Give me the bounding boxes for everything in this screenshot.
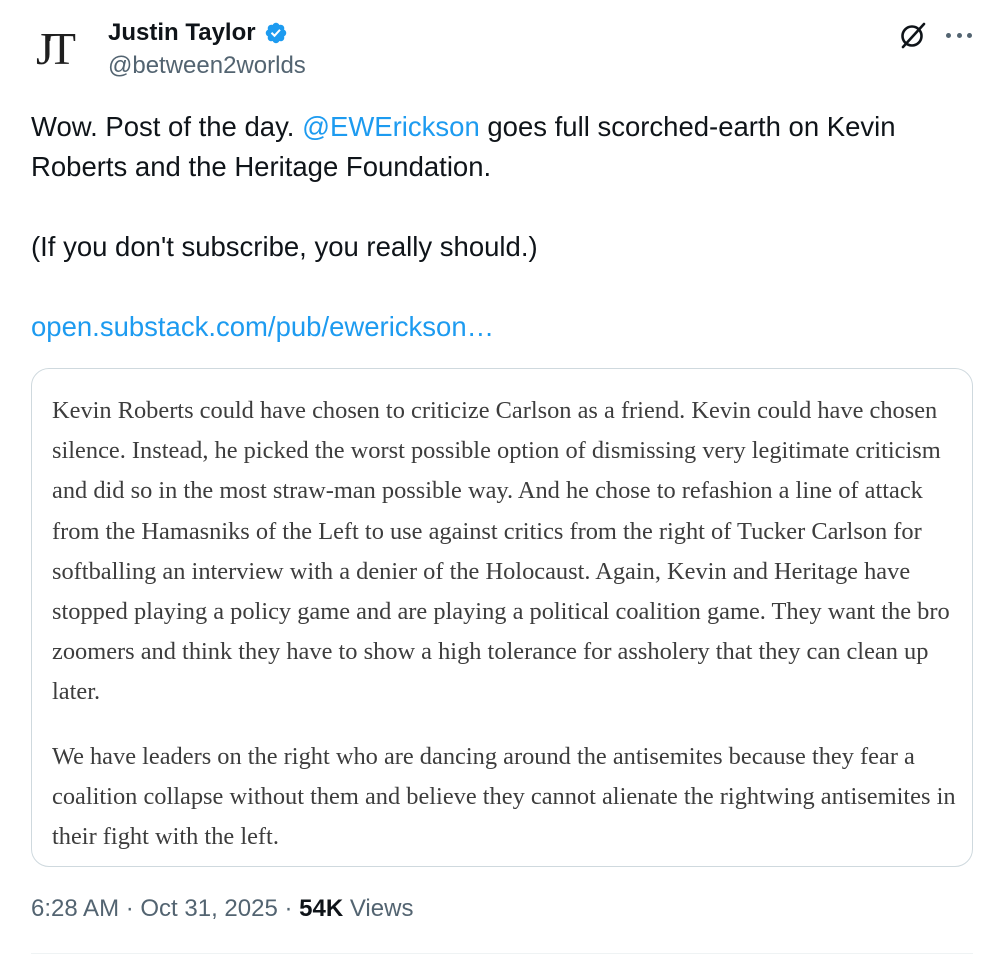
verified-badge-icon — [265, 22, 286, 44]
tweet-note-text: (If you don't subscribe, you really shou… — [31, 231, 538, 262]
quote-paragraph-2: We have leaders on the right who are dan… — [52, 742, 956, 851]
meta-separator-2: · — [277, 895, 300, 922]
post-date[interactable]: Oct 31, 2025 — [140, 895, 277, 922]
avatar[interactable]: JT — [36, 26, 88, 72]
tweet-container: JT Justin Taylor @between2worlds Wow. Po… — [0, 0, 1000, 958]
tweet-text: Wow. Post of the day. @EWErickson goes f… — [31, 107, 971, 347]
meta-separator: · — [119, 895, 141, 922]
mention-link[interactable]: @EWErickson — [302, 111, 480, 142]
divider — [31, 953, 973, 954]
post-time[interactable]: 6:28 AM — [31, 895, 119, 922]
author-handle[interactable]: @between2worlds — [108, 52, 306, 80]
quoted-excerpt-card[interactable]: Kevin Roberts could have chosen to criti… — [31, 368, 973, 867]
quote-paragraph-1: Kevin Roberts could have chosen to criti… — [52, 397, 950, 706]
author-name-row: Justin Taylor — [108, 18, 288, 48]
author-display-name[interactable]: Justin Taylor — [108, 19, 256, 47]
views-count[interactable]: 54K — [299, 895, 343, 922]
tweet-first-paragraph: Wow. Post of the day. @EWErickson goes f… — [31, 107, 971, 187]
tweet-meta: 6:28 AM · Oct 31, 2025 · 54K Views — [31, 895, 413, 923]
views-label: Views — [343, 895, 414, 922]
tweet-intro-text: Wow. Post of the day. — [31, 111, 303, 142]
more-options-icon[interactable] — [944, 22, 974, 48]
substack-link[interactable]: open.substack.com/pub/ewerickson… — [31, 311, 494, 342]
grok-icon[interactable] — [898, 20, 928, 50]
